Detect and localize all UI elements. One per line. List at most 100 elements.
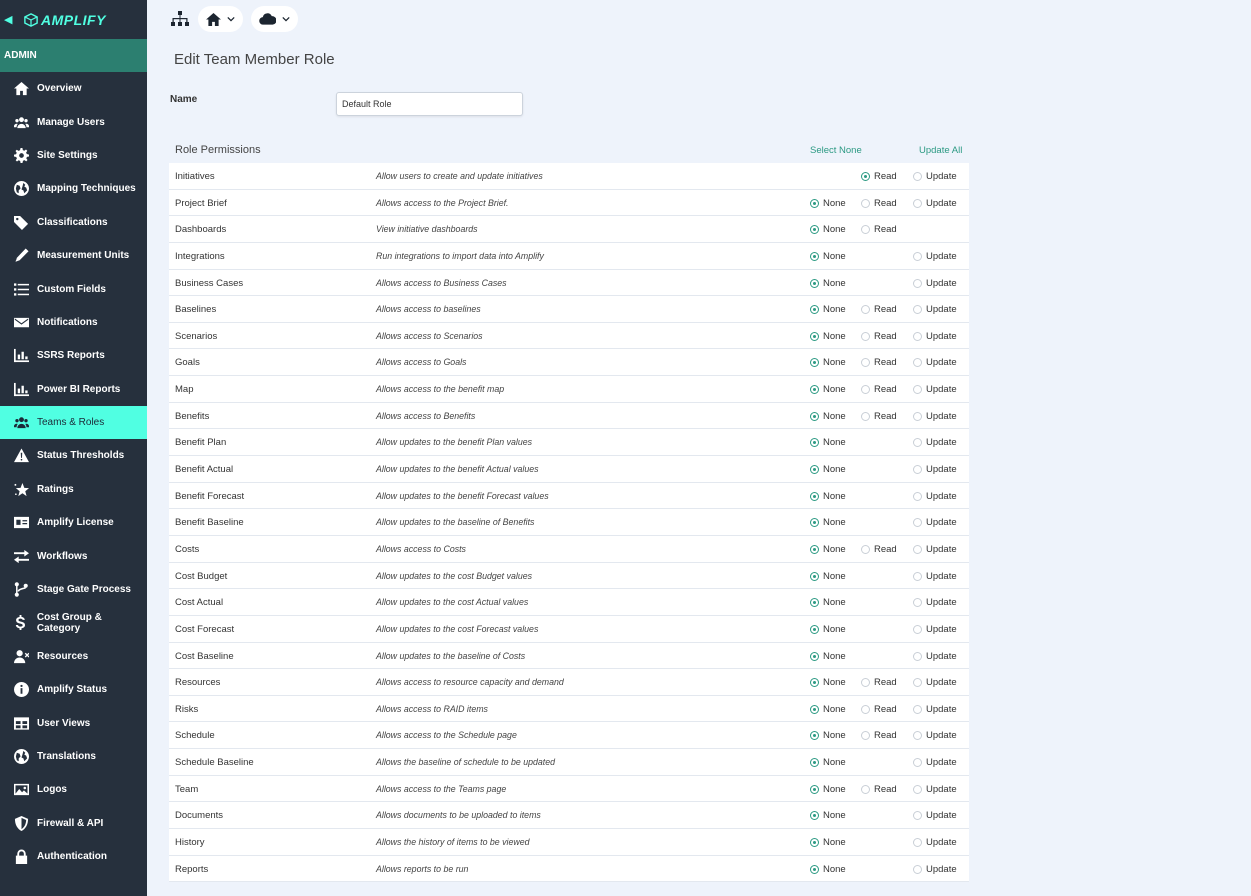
- permission-option-none[interactable]: None: [810, 464, 846, 475]
- permission-option-update[interactable]: Update: [913, 304, 957, 315]
- permission-option-none[interactable]: None: [810, 198, 846, 209]
- sidebar-item-amplify-license[interactable]: Amplify License: [0, 506, 147, 539]
- radio-none[interactable]: [810, 411, 819, 421]
- permission-option-none[interactable]: None: [810, 571, 846, 582]
- sidebar-item-resources[interactable]: Resources: [0, 640, 147, 673]
- sidebar-item-translations[interactable]: Translations: [0, 740, 147, 773]
- role-name-input[interactable]: [336, 92, 523, 116]
- radio-read[interactable]: [861, 784, 870, 794]
- select-none-link[interactable]: Select None: [810, 145, 862, 156]
- permission-option-none[interactable]: None: [810, 677, 846, 688]
- radio-none[interactable]: [810, 518, 819, 528]
- permission-option-none[interactable]: None: [810, 357, 846, 368]
- radio-none[interactable]: [810, 678, 819, 688]
- radio-update[interactable]: [913, 704, 922, 714]
- cloud-dropdown[interactable]: [251, 6, 298, 32]
- radio-none[interactable]: [810, 278, 819, 288]
- radio-update[interactable]: [913, 411, 922, 421]
- permission-option-update[interactable]: Update: [913, 624, 957, 635]
- permission-option-update[interactable]: Update: [913, 491, 957, 502]
- radio-update[interactable]: [913, 544, 922, 554]
- update-all-link[interactable]: Update All: [919, 145, 962, 156]
- radio-none[interactable]: [810, 544, 819, 554]
- radio-none[interactable]: [810, 358, 819, 368]
- permission-option-none[interactable]: None: [810, 837, 846, 848]
- permission-option-update[interactable]: Update: [913, 837, 957, 848]
- sidebar-item-manage-users[interactable]: Manage Users: [0, 105, 147, 138]
- radio-read[interactable]: [861, 225, 870, 235]
- permission-option-read[interactable]: Read: [861, 704, 897, 715]
- permission-option-read[interactable]: Read: [861, 304, 897, 315]
- permission-option-update[interactable]: Update: [913, 544, 957, 555]
- sidebar-item-overview[interactable]: Overview: [0, 72, 147, 105]
- permission-option-update[interactable]: Update: [913, 864, 957, 875]
- radio-update[interactable]: [913, 305, 922, 315]
- radio-read[interactable]: [861, 358, 870, 368]
- sidebar-item-power-bi-reports[interactable]: Power BI Reports: [0, 373, 147, 406]
- radio-update[interactable]: [913, 278, 922, 288]
- permission-option-none[interactable]: None: [810, 384, 846, 395]
- radio-update[interactable]: [913, 571, 922, 581]
- permission-option-none[interactable]: None: [810, 864, 846, 875]
- radio-none[interactable]: [810, 305, 819, 315]
- radio-update[interactable]: [913, 331, 922, 341]
- radio-none[interactable]: [810, 465, 819, 475]
- radio-update[interactable]: [913, 172, 922, 181]
- sidebar-item-user-views[interactable]: User Views: [0, 706, 147, 739]
- radio-none[interactable]: [810, 438, 819, 448]
- sidebar-item-classifications[interactable]: Classifications: [0, 206, 147, 239]
- permission-option-read[interactable]: Read: [861, 544, 897, 555]
- radio-update[interactable]: [913, 784, 922, 794]
- permission-option-update[interactable]: Update: [913, 810, 957, 821]
- radio-update[interactable]: [913, 491, 922, 501]
- permission-option-read[interactable]: Read: [861, 384, 897, 395]
- radio-read[interactable]: [861, 331, 870, 341]
- sidebar-item-site-settings[interactable]: Site Settings: [0, 139, 147, 172]
- permission-option-none[interactable]: None: [810, 784, 846, 795]
- radio-read[interactable]: [861, 704, 870, 714]
- sidebar-item-firewall-api[interactable]: Firewall & API: [0, 807, 147, 840]
- permission-option-read[interactable]: Read: [861, 198, 897, 209]
- sidebar-item-amplify-status[interactable]: Amplify Status: [0, 673, 147, 706]
- radio-read[interactable]: [861, 411, 870, 421]
- radio-none[interactable]: [810, 811, 819, 821]
- permission-option-read[interactable]: Read: [861, 677, 897, 688]
- permission-option-read[interactable]: Read: [861, 331, 897, 342]
- radio-none[interactable]: [810, 624, 819, 634]
- permission-option-update[interactable]: Update: [913, 677, 957, 688]
- radio-update[interactable]: [913, 598, 922, 608]
- radio-none[interactable]: [810, 731, 819, 741]
- permission-option-none[interactable]: None: [810, 224, 846, 235]
- permission-option-none[interactable]: None: [810, 757, 846, 768]
- permission-option-update[interactable]: Update: [913, 171, 957, 182]
- radio-update[interactable]: [913, 864, 922, 874]
- permission-option-read[interactable]: Read: [861, 784, 897, 795]
- permission-option-none[interactable]: None: [810, 437, 846, 448]
- permission-option-update[interactable]: Update: [913, 331, 957, 342]
- permission-option-update[interactable]: Update: [913, 251, 957, 262]
- permission-option-update[interactable]: Update: [913, 651, 957, 662]
- radio-none[interactable]: [810, 758, 819, 768]
- permission-option-none[interactable]: None: [810, 517, 846, 528]
- radio-none[interactable]: [810, 571, 819, 581]
- permission-option-update[interactable]: Update: [913, 517, 957, 528]
- permission-option-none[interactable]: None: [810, 651, 846, 662]
- sidebar-item-custom-fields[interactable]: Custom Fields: [0, 272, 147, 305]
- sidebar-item-workflows[interactable]: Workflows: [0, 539, 147, 572]
- permission-option-none[interactable]: None: [810, 411, 846, 422]
- sidebar-item-ratings[interactable]: Ratings: [0, 473, 147, 506]
- radio-update[interactable]: [913, 651, 922, 661]
- permission-option-none[interactable]: None: [810, 304, 846, 315]
- sidebar-item-notifications[interactable]: Notifications: [0, 306, 147, 339]
- radio-update[interactable]: [913, 731, 922, 741]
- permission-option-update[interactable]: Update: [913, 597, 957, 608]
- permission-option-update[interactable]: Update: [913, 437, 957, 448]
- sidebar-item-stage-gate-process[interactable]: Stage Gate Process: [0, 573, 147, 606]
- sidebar-item-measurement-units[interactable]: Measurement Units: [0, 239, 147, 272]
- radio-none[interactable]: [810, 838, 819, 848]
- collapse-sidebar-icon[interactable]: ◀: [4, 13, 18, 26]
- permission-option-update[interactable]: Update: [913, 704, 957, 715]
- permission-option-update[interactable]: Update: [913, 757, 957, 768]
- sidebar-item-mapping-techniques[interactable]: Mapping Techniques: [0, 172, 147, 205]
- sitemap-icon[interactable]: [170, 9, 190, 29]
